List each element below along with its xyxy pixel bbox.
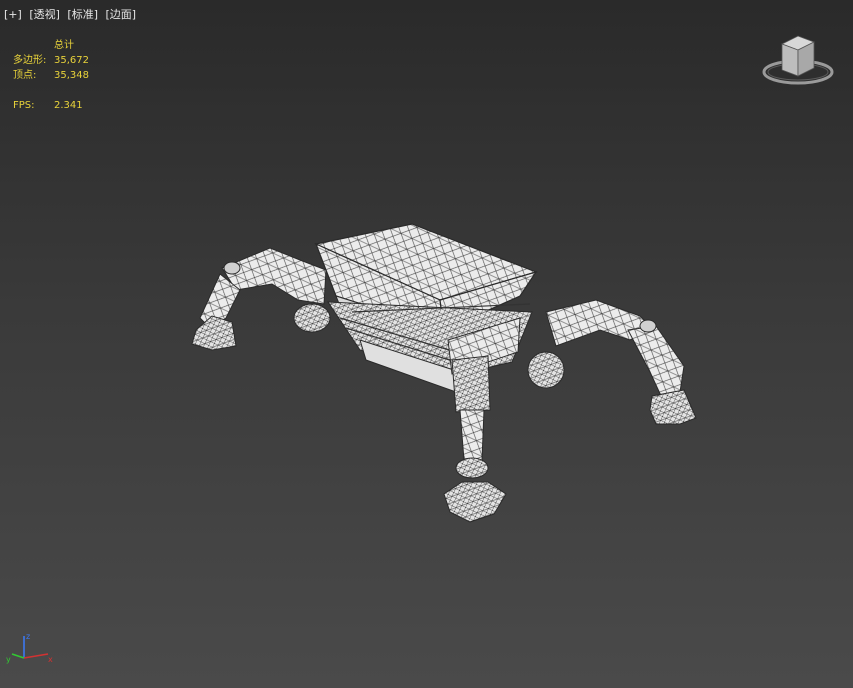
- leg-right: [527, 299, 697, 425]
- axis-z-label: z: [26, 632, 30, 641]
- axis-y-line: [11, 653, 25, 659]
- axis-x-line: [23, 653, 49, 659]
- axis-y-label: y: [6, 655, 11, 664]
- leg-left: [191, 247, 331, 351]
- wireframe-model: [191, 223, 697, 523]
- axis-tripod-icon: z x y: [6, 632, 53, 664]
- axis-x-label: x: [48, 655, 53, 664]
- leg-front: [443, 355, 507, 523]
- chassis: [327, 301, 533, 393]
